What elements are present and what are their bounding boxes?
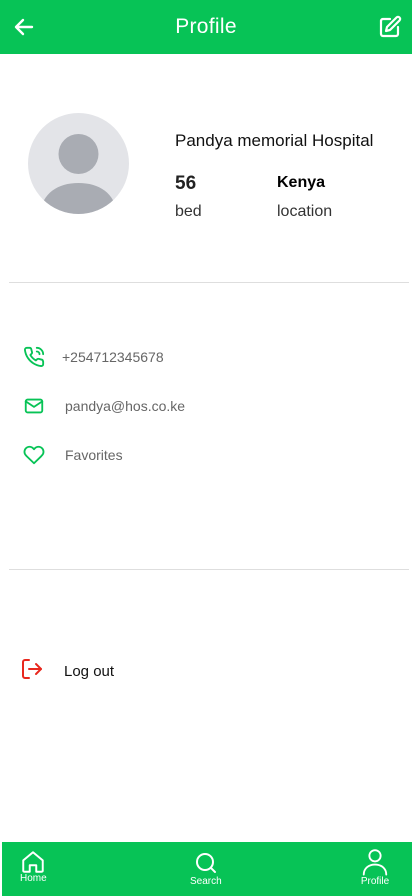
favorites-text: Favorites bbox=[65, 447, 123, 463]
hospital-name: Pandya memorial Hospital bbox=[175, 131, 374, 150]
arrow-left-icon[interactable] bbox=[12, 15, 36, 39]
avatar bbox=[28, 113, 129, 214]
bottom-nav: Home Search Profile bbox=[2, 842, 412, 896]
location-value: Kenya bbox=[277, 174, 326, 191]
page-title: Profile bbox=[175, 15, 237, 38]
nav-search[interactable]: Search bbox=[190, 851, 222, 887]
user-icon bbox=[362, 849, 388, 876]
phone-icon bbox=[22, 345, 46, 369]
mail-icon bbox=[22, 394, 46, 418]
location-label: location bbox=[277, 203, 333, 220]
nav-profile-label: Profile bbox=[360, 876, 390, 887]
logout-button[interactable]: Log out bbox=[20, 657, 114, 686]
beds-value: 56 bbox=[175, 173, 197, 194]
nav-search-label: Search bbox=[190, 876, 222, 887]
user-placeholder-icon bbox=[40, 134, 117, 214]
divider bbox=[9, 282, 409, 283]
favorites-row[interactable]: Favorites bbox=[22, 443, 123, 467]
logout-label: Log out bbox=[64, 663, 115, 680]
search-icon bbox=[195, 853, 216, 873]
email-row[interactable]: pandya@hos.co.ke bbox=[22, 394, 185, 418]
phone-row[interactable]: +254712345678 bbox=[22, 345, 164, 369]
beds-label: bed bbox=[175, 203, 202, 220]
nav-home-label: Home bbox=[20, 873, 47, 884]
logout-icon bbox=[20, 657, 44, 686]
phone-text: +254712345678 bbox=[62, 349, 164, 365]
email-text: pandya@hos.co.ke bbox=[65, 398, 186, 414]
heart-icon bbox=[22, 443, 46, 467]
nav-home[interactable]: Home bbox=[20, 849, 47, 884]
divider bbox=[9, 569, 409, 570]
nav-profile[interactable]: Profile bbox=[360, 847, 390, 887]
app-header: Profile bbox=[0, 0, 412, 54]
home-icon bbox=[22, 851, 45, 873]
edit-icon[interactable] bbox=[378, 15, 402, 39]
